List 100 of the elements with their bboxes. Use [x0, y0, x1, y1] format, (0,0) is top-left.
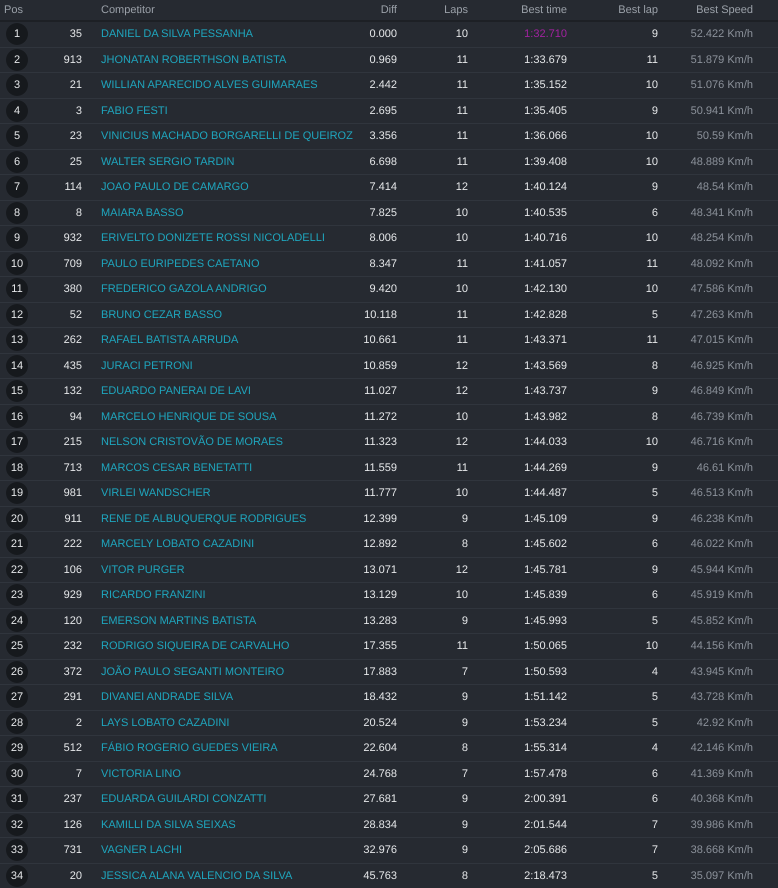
table-cell-text: 11.323: [363, 435, 397, 450]
competitor-link[interactable]: RICARDO FRANZINI: [101, 589, 206, 601]
table-cell-text: 13.283: [362, 614, 397, 628]
column-header: Competitor: [100, 2, 156, 18]
competitor-link[interactable]: MARCELO HENRIQUE DE SOUSA: [101, 410, 276, 422]
table-cell-text: 13.071: [362, 562, 397, 578]
competitor-link[interactable]: KAMILLI DA SILVA SEIXAS: [101, 818, 236, 830]
table-cell-text: 35.097 Km/h: [690, 868, 753, 884]
table-cell-text: 7: [460, 664, 468, 680]
table-cell-text: 222: [62, 537, 82, 552]
competitor-link[interactable]: EMERSON MARTINS BATISTA: [101, 614, 256, 626]
table-cell-text: 9: [460, 792, 468, 807]
position-badge: 14: [6, 354, 28, 377]
table-cell-text: 46.849 Km/h: [690, 384, 753, 399]
position-badge: 9: [6, 227, 28, 250]
table-cell-text: 1:42.828: [523, 308, 567, 322]
competitor-link[interactable]: VAGNER LACHI: [101, 844, 182, 856]
competitor-link[interactable]: MARCOS CESAR BENETATTI: [101, 462, 252, 474]
table-cell-text: 10: [644, 129, 658, 144]
table-cell-text: 48.254 Km/h: [690, 231, 753, 246]
competitor-link[interactable]: MAIARA BASSO: [101, 206, 184, 218]
table-cell-text: 237: [62, 792, 82, 807]
table-cell-text: 981: [62, 486, 82, 501]
competitor-link[interactable]: VITOR PURGER: [101, 564, 185, 576]
position-badge: 10: [6, 252, 28, 275]
table-cell-text: 1:45.993: [523, 614, 567, 628]
position-badge: 18: [6, 456, 28, 479]
competitor-link[interactable]: VIRLEI WANDSCHER: [101, 487, 211, 499]
competitor-link[interactable]: BRUNO CEZAR BASSO: [101, 308, 222, 320]
table-cell-text: 709: [62, 256, 82, 272]
table-cell-text: 17.883: [362, 664, 397, 680]
competitor-link[interactable]: RENE DE ALBUQUERQUE RODRIGUES: [101, 512, 306, 524]
competitor-link[interactable]: VICTORIA LINO: [101, 768, 181, 780]
position-badge: 7: [6, 176, 28, 198]
competitor-link[interactable]: MARCELY LOBATO CAZADINI: [101, 538, 254, 550]
table-cell-text: 1:41.057: [523, 256, 567, 272]
competitor-link[interactable]: VINICIUS MACHADO BORGARELLI DE QUEIROZ: [101, 130, 353, 142]
table-cell-text: 45.919 Km/h: [690, 588, 753, 603]
table-cell-text: 11: [456, 78, 468, 93]
competitor-link[interactable]: EDUARDA GUILARDI CONZATTI: [101, 793, 266, 805]
table-cell-text: 1:45.781: [523, 562, 567, 578]
competitor-link[interactable]: ERIVELTO DONIZETE ROSSI NICOLADELLI: [101, 232, 325, 244]
competitor-link[interactable]: JESSICA ALANA VALENCIO DA SILVA: [101, 870, 292, 882]
table-cell-text: 1:35.152: [523, 78, 567, 93]
table-cell-text: 512: [62, 741, 82, 756]
table-cell-text: 2.442: [368, 78, 397, 93]
position-badge: 21: [6, 533, 28, 556]
table-cell-text: 20.524: [362, 716, 397, 730]
competitor-link[interactable]: JOAO PAULO DE CAMARGO: [101, 181, 249, 193]
table-cell-text: 10: [454, 410, 468, 424]
competitor-link[interactable]: NELSON CRISTOVÃO DE MORAES: [101, 436, 283, 448]
competitor-link[interactable]: EDUARDO PANERAI DE LAVI: [101, 385, 251, 397]
competitor-link[interactable]: RODRIGO SIQUEIRA DE CARVALHO: [101, 640, 290, 652]
competitor-link[interactable]: FÁBIO ROGERIO GUEDES VIEIRA: [101, 742, 278, 754]
competitor-link[interactable]: DIVANEI ANDRADE SILVA: [101, 691, 234, 703]
table-cell-text: 232: [62, 639, 82, 654]
competitor-link[interactable]: WILLIAN APARECIDO ALVES GUIMARAES: [101, 79, 318, 91]
competitor-link[interactable]: PAULO EURIPEDES CAETANO: [101, 258, 260, 270]
table-cell-text: 8.006: [368, 231, 397, 246]
table-cell-text: 11: [456, 308, 468, 322]
competitor-link[interactable]: FABIO FESTI: [101, 104, 168, 116]
table-cell-text: 1:35.405: [523, 104, 567, 118]
table-cell-text: 11: [646, 52, 658, 68]
table-cell-text: 42.92 Km/h: [696, 716, 753, 730]
table-cell-text: 41.369 Km/h: [690, 766, 753, 782]
competitor-link[interactable]: LAYS LOBATO CAZADINI: [101, 716, 230, 728]
table-cell-text: 47.586 Km/h: [690, 282, 753, 297]
position-badge: 33: [6, 839, 28, 862]
competitor-link[interactable]: JHONATAN ROBERTHSON BATISTA: [101, 54, 286, 66]
table-cell-text: 17.355: [362, 639, 397, 654]
table-cell-text: 48.54 Km/h: [696, 180, 753, 195]
table-cell-text: 18.432: [362, 690, 397, 705]
table-cell-text: 12.892: [362, 537, 397, 552]
table-cell-text: 9: [460, 818, 468, 832]
position-badge: 32: [6, 814, 28, 836]
table-cell-text: 2.695: [368, 104, 397, 118]
table-cell-text: 1:40.716: [523, 231, 567, 246]
table-cell-text: 4: [650, 741, 658, 756]
competitor-link[interactable]: JOÃO PAULO SEGANTI MONTEIRO: [101, 666, 284, 678]
column-header: Pos: [3, 2, 24, 18]
table-cell-text: 40.368 Km/h: [690, 792, 753, 807]
table-cell-text: 9: [460, 716, 468, 730]
competitor-link[interactable]: FREDERICO GAZOLA ANDRIGO: [101, 283, 267, 295]
table-cell-text: 10: [454, 282, 468, 297]
table-cell-text: 2:00.391: [523, 792, 567, 807]
table-cell-text: 7.414: [368, 180, 397, 195]
table-cell-text: 9: [460, 512, 468, 526]
table-cell-text: 1:44.487: [523, 486, 567, 501]
table-cell-text: 2:18.473: [523, 868, 567, 884]
table-cell-text: 48.092 Km/h: [690, 256, 753, 272]
table-cell-text: 262: [62, 333, 82, 348]
table-cell-text: 10: [644, 154, 658, 170]
competitor-link[interactable]: JURACI PETRONI: [101, 360, 193, 372]
competitor-link[interactable]: DANIEL DA SILVA PESSANHA: [101, 28, 254, 40]
table-cell-text: 43.945 Km/h: [690, 664, 753, 680]
table-cell-text: 50.941 Km/h: [690, 104, 753, 118]
table-cell-text: 1:45.109: [523, 512, 567, 526]
competitor-link[interactable]: WALTER SERGIO TARDIN: [101, 156, 234, 168]
competitor-link[interactable]: RAFAEL BATISTA ARRUDA: [101, 334, 238, 346]
table-cell-text: 50.59 Km/h: [696, 129, 753, 144]
